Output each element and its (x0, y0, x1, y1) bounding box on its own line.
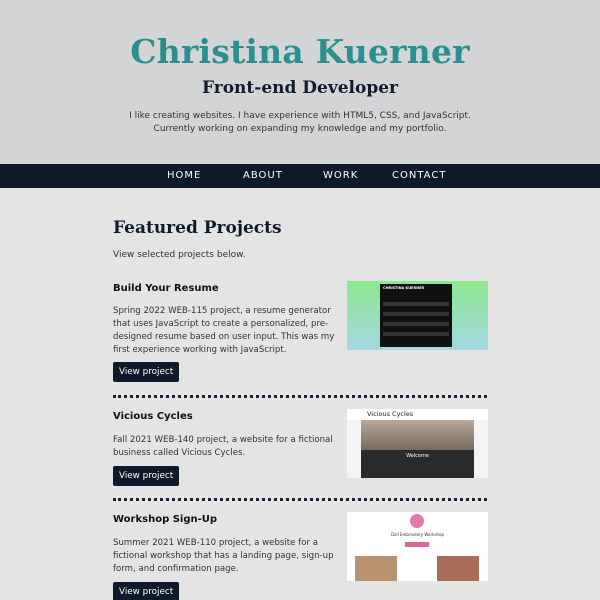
nav-about[interactable]: ABOUT (243, 164, 283, 188)
project-card-vicious-cycles: Vicious Cycles Fall 2021 WEB-140 project… (113, 409, 488, 491)
project-card-workshop: Workshop Sign-Up Summer 2021 WEB-110 pro… (113, 512, 488, 600)
motorcycle-image (361, 420, 474, 450)
view-project-button[interactable]: View project (113, 582, 180, 600)
project-thumbnail[interactable]: CHRISTINA KUERNER (347, 281, 488, 350)
section-subtitle: View selected projects below. (113, 250, 246, 260)
project-title: Vicious Cycles (113, 411, 193, 422)
thumb-photo (355, 556, 397, 581)
hero-header: Christina Kuerner Front-end Developer I … (0, 0, 600, 164)
resume-preview: CHRISTINA KUERNER (380, 284, 452, 347)
view-project-button[interactable]: View project (113, 362, 180, 382)
preview-bar (383, 312, 449, 316)
bio-text: I like creating websites. I have experie… (129, 111, 471, 134)
nav-work[interactable]: WORK (323, 164, 358, 188)
divider (113, 498, 487, 501)
job-title: Front-end Developer (201, 78, 399, 98)
preview-bar (383, 322, 449, 326)
flower-logo-icon (410, 514, 424, 528)
divider (113, 395, 487, 398)
preview-bar (383, 332, 449, 336)
site-name: Christina Kuerner (130, 32, 470, 71)
main-nav: HOME ABOUT WORK CONTACT (0, 164, 600, 188)
thumb-title: Doll Embroidery Workshop (390, 532, 445, 537)
nav-home[interactable]: HOME (167, 164, 201, 188)
thumb-title: CHRISTINA KUERNER (383, 286, 425, 290)
thumb-title: Vicious Cycles (367, 410, 414, 418)
project-card-resume: Build Your Resume Spring 2022 WEB-115 pr… (113, 281, 488, 383)
project-description: Fall 2021 WEB-140 project, a website for… (113, 435, 333, 458)
section-title: Featured Projects (113, 218, 282, 238)
thumb-photo (437, 556, 479, 581)
thumb-button (405, 542, 429, 547)
project-thumbnail[interactable]: Doll Embroidery Workshop (347, 512, 488, 581)
thumb-welcome: Welcome (406, 453, 429, 459)
welcome-panel: Welcome (361, 450, 474, 478)
thumb-header: Vicious Cycles (347, 409, 488, 420)
nav-contact[interactable]: CONTACT (392, 164, 446, 188)
projects-section: Featured Projects View selected projects… (0, 188, 600, 600)
preview-bar (383, 302, 449, 306)
project-description: Summer 2021 WEB-110 project, a website f… (113, 538, 334, 574)
project-description: Spring 2022 WEB-115 project, a resume ge… (113, 306, 335, 355)
project-thumbnail[interactable]: Vicious Cycles Welcome (347, 409, 488, 478)
project-title: Build Your Resume (113, 283, 219, 294)
view-project-button[interactable]: View project (113, 466, 180, 486)
project-title: Workshop Sign-Up (113, 514, 218, 525)
